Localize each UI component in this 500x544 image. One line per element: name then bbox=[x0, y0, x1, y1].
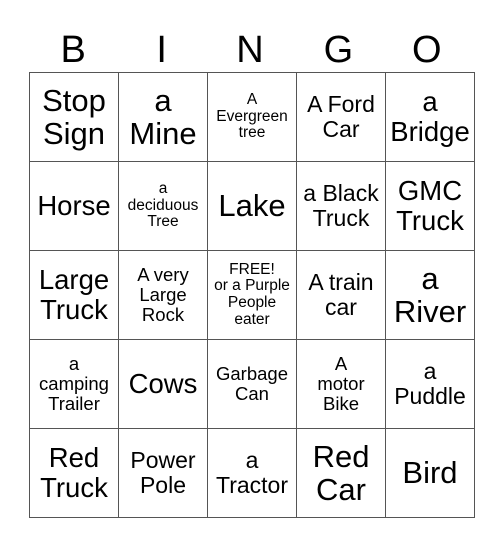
bingo-cell[interactable]: Stop Sign bbox=[29, 72, 119, 162]
header-letter-b: B bbox=[60, 29, 86, 71]
header-letter-i: I bbox=[156, 29, 167, 71]
bingo-row: Stop Sign a Mine A Evergreen tree A Ford… bbox=[29, 72, 475, 162]
bingo-cell[interactable]: a camping Trailer bbox=[29, 339, 119, 429]
bingo-cell[interactable]: a Bridge bbox=[385, 72, 475, 162]
bingo-cell free-space[interactable]: FREE! or a Purple People eater bbox=[207, 250, 297, 340]
bingo-cell[interactable]: a Tractor bbox=[207, 428, 297, 518]
bingo-cell[interactable]: A Evergreen tree bbox=[207, 72, 297, 162]
bingo-cell[interactable]: a deciduous Tree bbox=[118, 161, 208, 251]
bingo-cell[interactable]: Red Truck bbox=[29, 428, 119, 518]
bingo-row: Red Truck Power Pole a Tractor Red Car B… bbox=[29, 428, 475, 518]
bingo-cell[interactable]: Lake bbox=[207, 161, 297, 251]
bingo-cell[interactable]: Red Car bbox=[296, 428, 386, 518]
bingo-card: Stop Sign a Mine A Evergreen tree A Ford… bbox=[29, 72, 475, 518]
bingo-cell[interactable]: GMC Truck bbox=[385, 161, 475, 251]
bingo-cell[interactable]: A motor Bike bbox=[296, 339, 386, 429]
bingo-cell[interactable]: Garbage Can bbox=[207, 339, 297, 429]
bingo-cell[interactable]: A Ford Car bbox=[296, 72, 386, 162]
bingo-cell[interactable]: Horse bbox=[29, 161, 119, 251]
bingo-header: B I N G O bbox=[29, 28, 471, 72]
bingo-row: Horse a deciduous Tree Lake a Black Truc… bbox=[29, 161, 475, 251]
bingo-cell[interactable]: a River bbox=[385, 250, 475, 340]
bingo-cell[interactable]: Bird bbox=[385, 428, 475, 518]
header-letter-g: G bbox=[323, 29, 354, 71]
bingo-cell[interactable]: Cows bbox=[118, 339, 208, 429]
bingo-cell[interactable]: Power Pole bbox=[118, 428, 208, 518]
header-letter-o: O bbox=[412, 29, 442, 71]
bingo-cell[interactable]: a Mine bbox=[118, 72, 208, 162]
bingo-row: a camping Trailer Cows Garbage Can A mot… bbox=[29, 339, 475, 429]
bingo-cell[interactable]: Large Truck bbox=[29, 250, 119, 340]
bingo-row: Large Truck A very Large Rock FREE! or a… bbox=[29, 250, 475, 340]
bingo-cell[interactable]: a Black Truck bbox=[296, 161, 386, 251]
bingo-cell[interactable]: a Puddle bbox=[385, 339, 475, 429]
bingo-cell[interactable]: A train car bbox=[296, 250, 386, 340]
header-letter-n: N bbox=[236, 29, 264, 71]
bingo-cell[interactable]: A very Large Rock bbox=[118, 250, 208, 340]
